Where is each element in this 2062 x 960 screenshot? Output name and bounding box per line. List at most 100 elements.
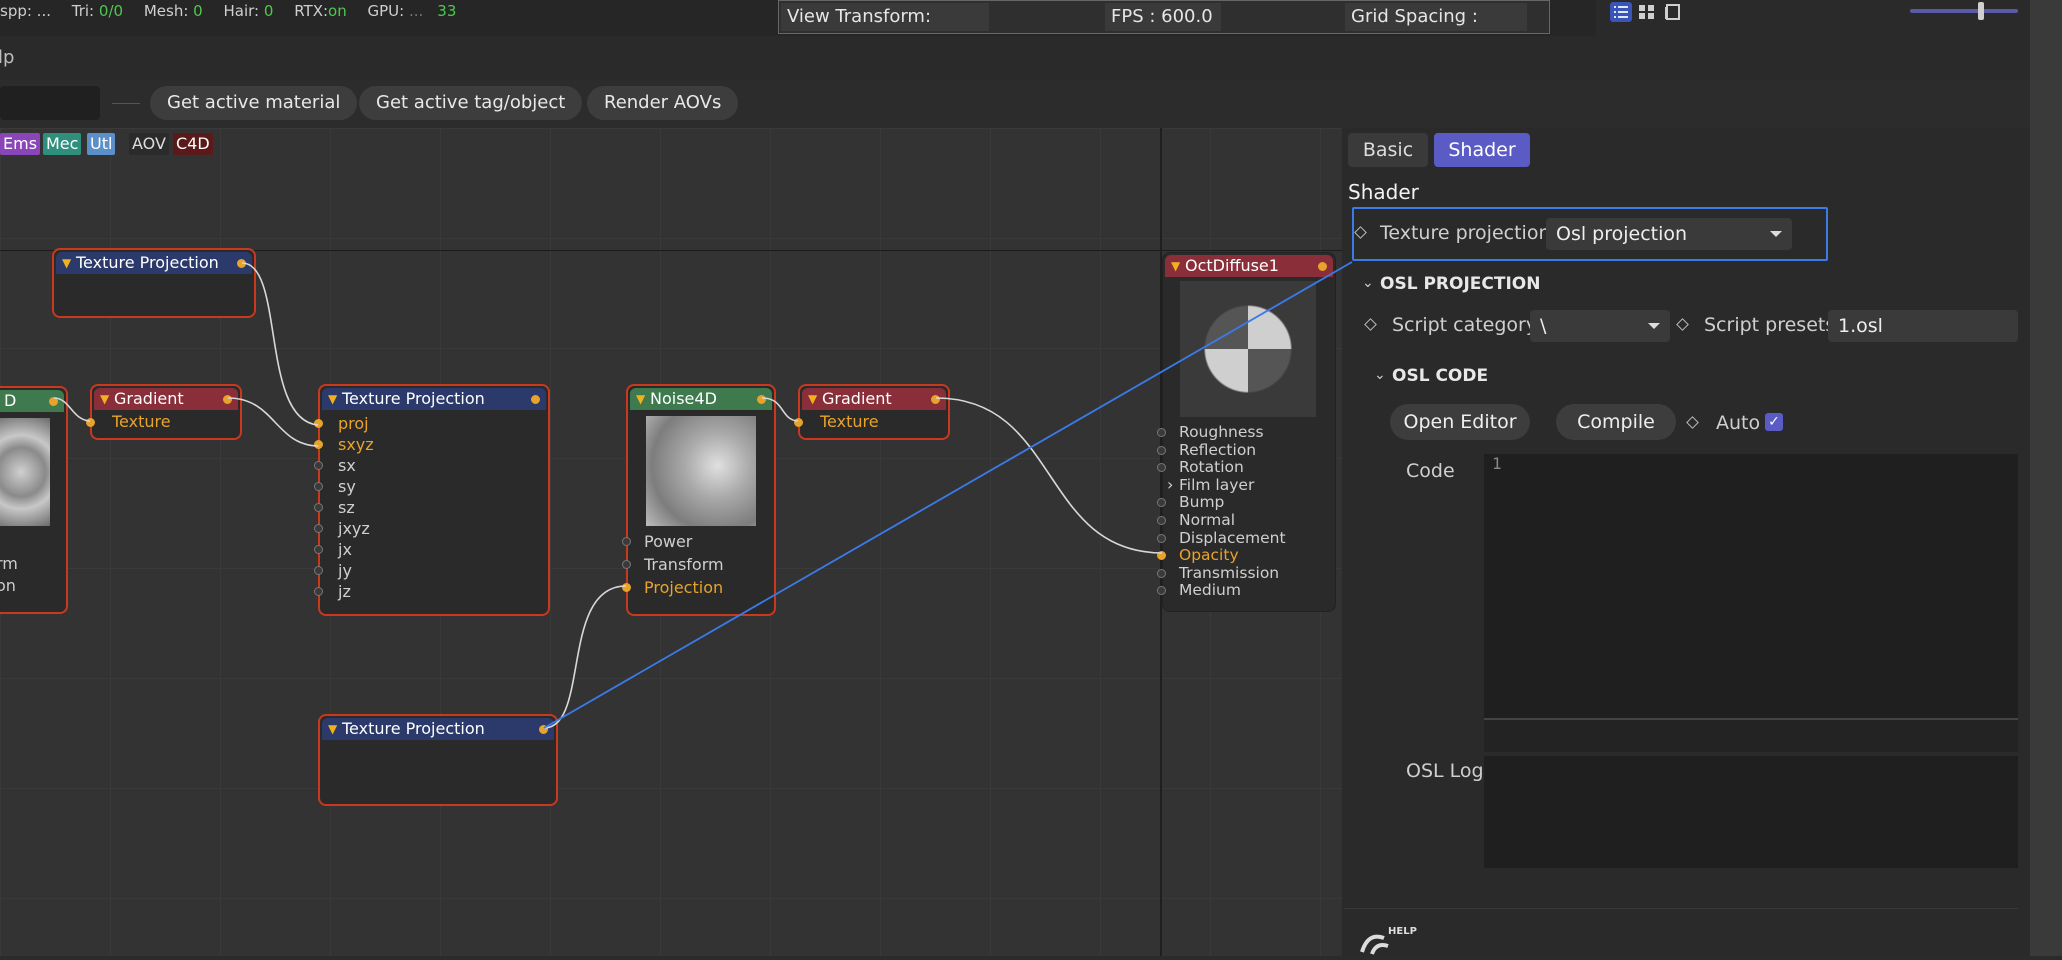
tab-basic[interactable]: Basic bbox=[1348, 133, 1428, 167]
category-tag-mec[interactable]: Mec bbox=[43, 133, 82, 155]
pin-transmission: Transmission bbox=[1179, 563, 1280, 582]
pin-transform: Transform bbox=[644, 555, 724, 574]
grid-view-icon[interactable] bbox=[1636, 2, 1658, 22]
osl-projection-section[interactable]: OSL PROJECTION bbox=[1380, 274, 1540, 294]
tri-stat: Tri: 0/0 bbox=[71, 2, 124, 20]
list-view-icon[interactable] bbox=[1610, 2, 1632, 22]
input-port-medium[interactable] bbox=[1157, 586, 1166, 596]
zoom-slider-handle[interactable] bbox=[1978, 2, 1984, 20]
input-port-jy[interactable] bbox=[314, 566, 323, 575]
viewport-info-bar: View Transform: Scene FPS : 600.0 Grid S… bbox=[778, 0, 1550, 55]
input-port-sxyz[interactable] bbox=[314, 440, 323, 449]
node-header[interactable]: ▼ Texture Projection bbox=[322, 388, 546, 410]
output-port[interactable] bbox=[539, 725, 548, 734]
get-active-material-button[interactable]: Get active material bbox=[150, 86, 358, 120]
node-gradient-1[interactable]: ▼ Gradient Texture bbox=[86, 384, 242, 440]
output-port[interactable] bbox=[1318, 262, 1327, 271]
help-label[interactable]: HELP bbox=[1388, 926, 1417, 937]
tab-shader[interactable]: Shader bbox=[1434, 133, 1530, 167]
right-edge-strip bbox=[2030, 0, 2062, 956]
node-header[interactable]: ▼ Texture Projection bbox=[322, 718, 554, 740]
input-port-jx[interactable] bbox=[314, 545, 323, 554]
script-category-dropdown[interactable]: \ bbox=[1530, 310, 1670, 342]
input-port-power[interactable] bbox=[622, 537, 631, 546]
input-port-texture[interactable] bbox=[86, 418, 95, 427]
chevron-down-icon[interactable]: ⌄ bbox=[1362, 275, 1374, 291]
single-view-icon[interactable] bbox=[1662, 2, 1684, 22]
script-presets-label: Script presets bbox=[1704, 314, 1836, 336]
input-port-opacity[interactable] bbox=[1157, 551, 1166, 561]
gpu-stat: GPU: ... 33 bbox=[367, 2, 457, 20]
category-tag-c4d[interactable]: C4D bbox=[173, 133, 213, 155]
output-port[interactable] bbox=[237, 259, 246, 268]
node-octdiffuse[interactable]: ▼ OctDiffuse1 Roughness Reflection Rotation… bbox=[1157, 252, 1336, 612]
input-port-transform[interactable] bbox=[622, 560, 631, 569]
texture-projection-label: Texture projection bbox=[1380, 222, 1551, 244]
osl-log-label: OSL Log bbox=[1406, 760, 1484, 782]
output-port[interactable] bbox=[531, 395, 540, 404]
input-port-proj[interactable] bbox=[314, 419, 323, 428]
category-tag-utl[interactable]: Utl bbox=[87, 133, 116, 155]
menu-help[interactable]: lp bbox=[0, 47, 14, 68]
node-header[interactable]: ▼ Noise4D bbox=[630, 388, 772, 410]
chevron-down-icon[interactable]: ⌄ bbox=[1374, 367, 1386, 383]
pin-projection: Projection bbox=[644, 578, 724, 597]
input-port-roughness[interactable] bbox=[1157, 428, 1166, 437]
pin-texture: Texture bbox=[820, 412, 879, 431]
node-header[interactable]: ▼ Gradient bbox=[802, 388, 946, 410]
osl-code-section[interactable]: OSL CODE bbox=[1392, 366, 1488, 386]
input-port-transmission[interactable] bbox=[1157, 568, 1166, 578]
auto-checkbox[interactable]: ✓ bbox=[1765, 413, 1783, 431]
spp-stat: spp: ... bbox=[0, 2, 51, 20]
input-port-texture[interactable] bbox=[794, 418, 803, 427]
pin-power: Power bbox=[644, 532, 693, 551]
input-port-jxyz[interactable] bbox=[314, 524, 323, 533]
node-texture-projection-bottom[interactable]: ▼ Texture Projection bbox=[318, 714, 558, 806]
input-port-sz[interactable] bbox=[314, 503, 323, 512]
input-port-jz[interactable] bbox=[314, 587, 323, 596]
panel-title: Shader bbox=[1348, 180, 1419, 204]
output-port[interactable] bbox=[49, 397, 58, 406]
script-presets-field[interactable]: 1.osl bbox=[1828, 310, 2018, 342]
hair-stat: Hair: 0 bbox=[223, 2, 274, 20]
node-header[interactable]: ▼ Gradient bbox=[94, 388, 238, 410]
compile-button[interactable]: Compile bbox=[1556, 404, 1676, 440]
pin-sxyz: sxyz bbox=[338, 435, 374, 454]
node-gradient-2[interactable]: ▼ Gradient Texture bbox=[794, 384, 950, 440]
input-port-projection[interactable] bbox=[622, 583, 631, 592]
output-port[interactable] bbox=[223, 395, 232, 404]
search-field[interactable] bbox=[0, 86, 100, 120]
input-port-sx[interactable] bbox=[314, 461, 323, 470]
line-number: 1 bbox=[1492, 454, 1502, 473]
node-texture-projection-top[interactable]: ▼ Texture Projection bbox=[52, 248, 256, 318]
pin-jy: jy bbox=[338, 561, 352, 580]
code-editor[interactable]: 1 bbox=[1484, 454, 2018, 720]
input-port-displacement[interactable] bbox=[1157, 533, 1166, 543]
input-port-normal[interactable] bbox=[1157, 516, 1166, 525]
pin-sx: sx bbox=[338, 456, 356, 475]
input-port-reflection[interactable] bbox=[1157, 445, 1166, 455]
render-aovs-button[interactable]: Render AOVs bbox=[587, 86, 739, 120]
output-port[interactable] bbox=[931, 395, 940, 404]
output-port[interactable] bbox=[757, 395, 766, 404]
open-editor-button[interactable]: Open Editor bbox=[1390, 404, 1530, 440]
category-tag-aov[interactable]: AOV bbox=[129, 133, 169, 155]
node-noise4d[interactable]: ▼ Noise4D Power Transform Projection bbox=[622, 384, 776, 616]
texture-projection-dropdown[interactable]: Osl projection bbox=[1546, 218, 1792, 250]
input-port-bump[interactable] bbox=[1157, 498, 1166, 508]
node-partial-left[interactable]: D rm on bbox=[0, 386, 68, 614]
node-header[interactable]: ▼ Texture Projection bbox=[56, 252, 252, 274]
input-port-rotation[interactable] bbox=[1157, 463, 1166, 473]
pin-normal: Normal bbox=[1179, 511, 1236, 529]
chevron-down-icon bbox=[1648, 323, 1660, 329]
chevron-right-icon[interactable]: › bbox=[1167, 475, 1173, 494]
get-active-tag-object-button[interactable]: Get active tag/object bbox=[359, 86, 583, 120]
input-port-sy[interactable] bbox=[314, 482, 323, 491]
node-header[interactable]: ▼ OctDiffuse1 bbox=[1165, 255, 1333, 277]
node-texture-projection-mid[interactable]: ▼ Texture Projection proj sxyz sx sy sz jxyz jx… bbox=[314, 384, 550, 616]
code-label: Code bbox=[1406, 460, 1455, 482]
zoom-slider[interactable] bbox=[1910, 9, 2018, 13]
category-tag-ems[interactable]: Ems bbox=[0, 133, 41, 155]
pin-bump: Bump bbox=[1179, 493, 1225, 512]
help-divider bbox=[1344, 908, 2018, 909]
